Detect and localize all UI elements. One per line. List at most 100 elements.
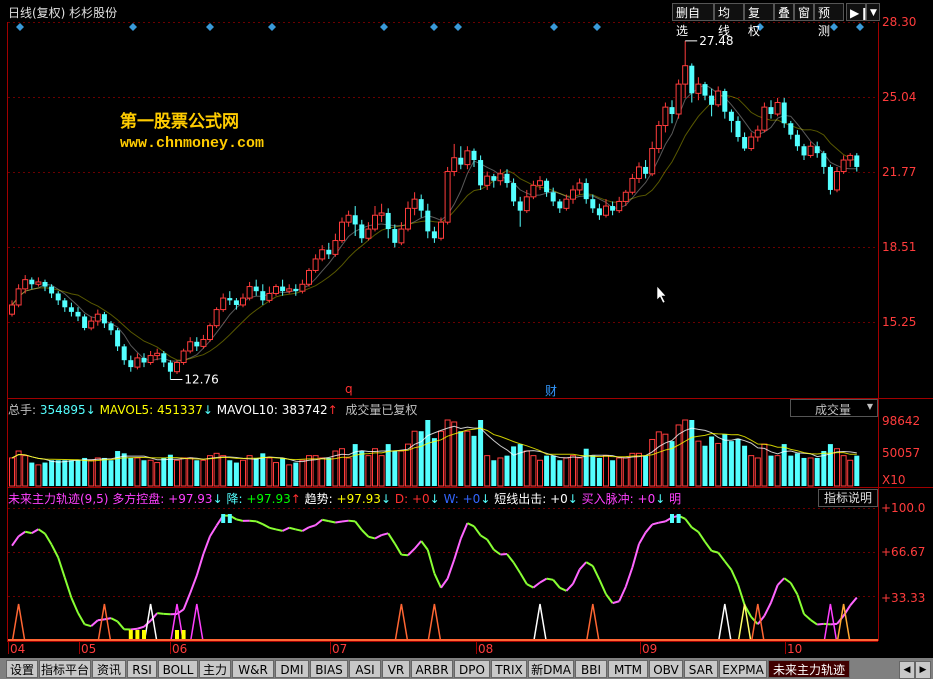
tab-19[interactable]: EXPMA [719,660,767,678]
remove-watchlist-button[interactable]: 删自选 [672,3,714,38]
volume-axis-mid: 50057 [882,446,921,460]
candle-body [431,231,437,239]
candle-body [709,95,715,105]
tab-8[interactable]: BIAS [310,660,348,678]
forecast-button[interactable]: 预测 [814,3,844,38]
candle-body [68,307,74,312]
tab-12[interactable]: DPO [454,660,490,678]
candle-body [722,91,728,112]
adjust-button[interactable]: 复权 [744,3,774,38]
candle-body [359,224,365,239]
volume-bar [511,446,517,486]
x-axis-label: 08 [478,642,494,656]
tab-4[interactable]: BOLL [158,660,198,678]
tab-scroll-left-icon[interactable]: ◀ [899,661,915,679]
candle-body [167,362,173,372]
volume-bar [563,457,570,487]
candle-body [576,182,583,191]
volume-bar [128,457,134,486]
volume-bar [154,462,161,487]
candle-body [425,210,431,232]
volume-bar [42,462,48,486]
candle-body [246,286,253,299]
volume-bar [689,420,695,486]
volume-bar [774,455,781,487]
candle-body [781,102,787,124]
watermark-logo-cn: 第一股票公式网 [120,112,239,132]
mavol5-value: 451337 [157,403,203,417]
tab-9[interactable]: ASI [349,660,381,678]
candle-body [42,281,48,287]
tab-14[interactable]: 新DMA [528,660,574,678]
tab-16[interactable]: MTM [608,660,648,678]
volume-bar [742,445,748,486]
tab-15[interactable]: BBI [575,660,607,678]
tab-18[interactable]: SAR [684,660,718,678]
volume-total-value: 354895 [39,403,86,417]
volume-bar [517,444,523,486]
volume-bar [583,448,589,486]
dropdown-icon[interactable]: ▼ [866,3,880,21]
candle-body [669,107,675,115]
x-axis-label: 07 [332,642,348,656]
candle-body [378,212,385,216]
tab-10[interactable]: VR [382,660,410,678]
tab-1[interactable]: 指标平台 [39,660,91,678]
oscillator-segment [249,519,257,523]
indicator-value-4: +0 [462,492,481,506]
volume-bar [702,445,708,486]
indicator-label-6: 买入脉冲: [581,492,634,506]
window-button[interactable]: 窗 [794,3,814,21]
candle-body [458,157,464,165]
volume-bar [576,457,583,487]
tab-17[interactable]: OBV [649,660,683,678]
ma-button[interactable]: 均线 [714,3,744,38]
volume-bar [115,451,121,486]
candle-body [643,166,649,174]
y-tick-label: 18.51 [882,240,916,254]
oscillator-segment [157,612,164,615]
candle-body [332,240,339,255]
candle-body [754,129,761,138]
tab-2[interactable]: 资讯 [92,660,126,678]
indicator-axis-top: +100.0 [881,501,926,515]
volume-bar [359,451,365,486]
candle-body [603,205,609,216]
tab-13[interactable]: TRIX [491,660,527,678]
candle-body [438,221,444,239]
indicator-label-2: 趋势: [304,492,333,506]
tab-3[interactable]: RSI [127,660,157,678]
volume-bar [180,457,187,487]
tab-5[interactable]: 主力 [199,660,231,678]
candle-body [563,198,570,209]
volume-bar [629,452,636,487]
candle-body [365,228,372,239]
volume-bar [622,457,629,487]
candle-body [187,341,194,352]
candle-body [847,154,854,161]
candle-body [22,279,29,290]
tab-7[interactable]: DMI [275,660,309,678]
candle-body [550,192,556,202]
indicator-label-5: 短线出击: [494,492,547,506]
overlay-button[interactable]: 叠 [774,3,794,21]
candle-body [273,286,279,294]
candle-body [94,313,101,322]
volume-bar [352,444,358,486]
marker-q[interactable]: q [345,382,353,396]
volume-bar [847,459,854,487]
marker-cai[interactable]: 财 [545,382,557,399]
tab-0[interactable]: 设置 [6,660,38,678]
volume-selector[interactable]: 成交量 ▼ [790,399,878,417]
volume-bar [761,443,768,487]
tab-scroll-right-icon[interactable]: ▶ [915,661,931,679]
candle-body [544,180,550,193]
expand-icon[interactable]: ▶❙ [846,3,869,21]
candle-body [392,229,398,243]
volume-bar [754,457,761,487]
tab-11[interactable]: ARBR [411,660,453,678]
tab-6[interactable]: W&R [232,660,274,678]
tab-20[interactable]: 未来主力轨迹 [768,660,850,678]
candle-body [55,293,61,301]
indicator-help-button[interactable]: 指标说明 [818,489,878,507]
